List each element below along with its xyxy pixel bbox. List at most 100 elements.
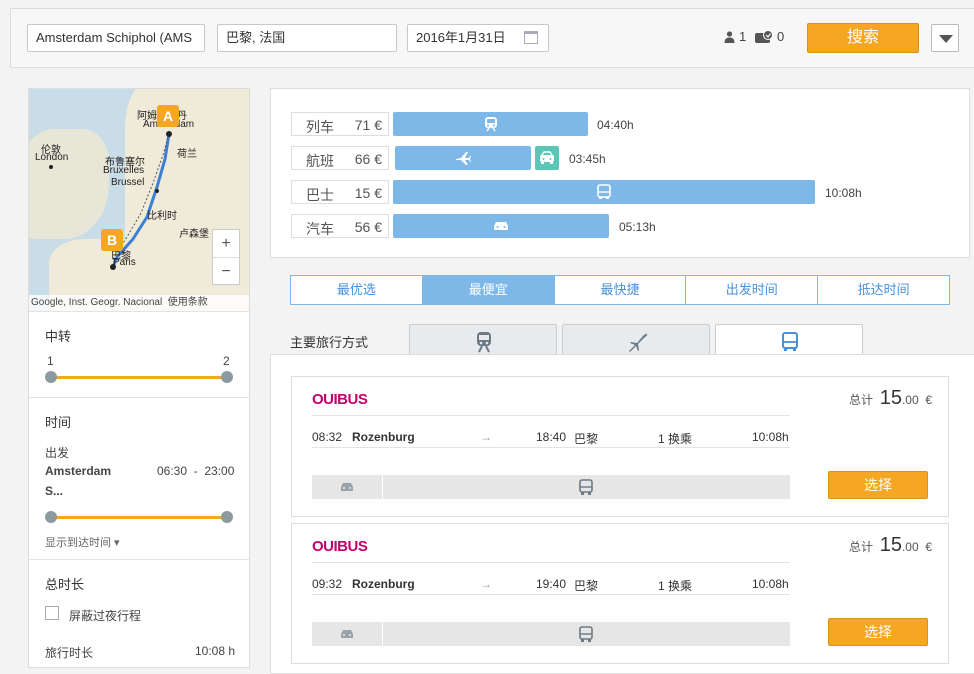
- taxi-icon: [540, 151, 554, 164]
- time-slider[interactable]: [45, 511, 233, 523]
- price-integer: 15: [879, 387, 902, 409]
- zoom-in-button[interactable]: +: [213, 230, 239, 258]
- divider: [312, 447, 790, 448]
- select-button[interactable]: 选择: [828, 618, 928, 646]
- map-terms-link[interactable]: 使用条款: [168, 297, 208, 308]
- slider-handle[interactable]: [45, 371, 57, 383]
- total-price: 总计 15.00 €: [849, 534, 932, 557]
- depart-time-range: 06:30 - 23:00: [157, 464, 235, 478]
- travel-time-label: 旅行时长: [45, 646, 94, 660]
- map-zoom-control: + −: [212, 229, 240, 285]
- car-icon: [341, 630, 353, 638]
- transfers-slider[interactable]: [45, 371, 233, 383]
- passenger-count[interactable]: 1: [724, 29, 746, 44]
- car-transfer-badge: [535, 146, 559, 170]
- sort-best[interactable]: 最优选: [291, 276, 423, 304]
- sort-departure[interactable]: 出发时间: [686, 276, 819, 304]
- result-card[interactable]: OUIBUS 总计 15.00 € 08:32 Rozenburg → 18:4…: [291, 376, 949, 517]
- mode-name: 航班: [306, 153, 334, 169]
- price-currency: €: [925, 540, 932, 554]
- date-value: 2016年1月31日: [416, 30, 506, 45]
- mode-label: 巴士 15 €: [291, 180, 389, 204]
- origin-input[interactable]: Amsterdam Schiphol (AMS: [27, 24, 205, 52]
- sort-tabs: 最优选 最便宜 最快捷 出发时间 抵达时间: [290, 275, 950, 305]
- transfers-title: 中转: [45, 329, 72, 344]
- duration-title: 总时长: [45, 577, 85, 592]
- calendar-icon: [524, 31, 538, 44]
- sort-fastest[interactable]: 最快捷: [555, 276, 687, 304]
- segment-separator: [382, 475, 383, 499]
- route-map[interactable]: 阿姆斯特丹 Amsterdam 伦敦 London 荷兰 布鲁塞尔 Bruxel…: [29, 89, 249, 311]
- hide-overnight-checkbox[interactable]: [45, 606, 59, 620]
- chevron-down-icon[interactable]: [931, 24, 959, 52]
- transfers-max: 2: [223, 354, 230, 368]
- segment-bar: [312, 622, 790, 646]
- hide-overnight-label: 屏蔽过夜行程: [69, 609, 142, 623]
- transfers-min: 1: [47, 354, 54, 368]
- arrival-station: 巴黎: [574, 432, 599, 446]
- tab-bus[interactable]: [715, 324, 863, 356]
- mode-name: 汽车: [306, 221, 334, 237]
- total-label: 总计: [849, 393, 874, 407]
- arrival-station: 巴黎: [574, 579, 599, 593]
- slider-handle[interactable]: [221, 511, 233, 523]
- departure-time: 09:32: [312, 577, 343, 591]
- zoom-out-button[interactable]: −: [213, 258, 239, 285]
- sort-cheapest[interactable]: 最便宜: [422, 276, 555, 304]
- search-button[interactable]: 搜索: [807, 23, 919, 53]
- segment-separator: [382, 622, 383, 646]
- tab-train[interactable]: [409, 324, 557, 355]
- price-decimal: .00: [901, 393, 919, 407]
- mode-duration: 04:40h: [597, 118, 634, 132]
- divider: [312, 562, 790, 563]
- map-marker-a[interactable]: A: [157, 105, 179, 127]
- segment-bar: [312, 475, 790, 499]
- price-integer: 15: [879, 534, 902, 556]
- map-label: Paris: [113, 257, 136, 268]
- mode-price: 15 €: [354, 185, 382, 201]
- mode-price: 56 €: [354, 219, 382, 235]
- map-marker-b[interactable]: B: [101, 229, 123, 251]
- transfer-count: 1 换乘: [658, 432, 693, 446]
- map-label: 卢森堡: [179, 229, 209, 240]
- select-button[interactable]: 选择: [828, 471, 928, 499]
- sort-arrival[interactable]: 抵达时间: [818, 276, 949, 304]
- depart-label: 出发: [45, 446, 70, 460]
- mode-name: 巴士: [306, 187, 334, 203]
- search-bar: Amsterdam Schiphol (AMS 巴黎, 法国 2016年1月31…: [10, 8, 974, 68]
- person-icon: [724, 30, 735, 43]
- train-icon: [484, 117, 497, 132]
- mode-duration: 10:08h: [825, 186, 862, 200]
- bus-icon: [579, 479, 593, 495]
- departure-station: Rozenburg: [352, 430, 415, 444]
- mode-comparison: 列车 71 € 04:40h 航班 66 € 03:45h 巴士 15 € 10:08…: [270, 88, 970, 258]
- car-icon: [494, 222, 508, 230]
- map-label: 荷兰: [177, 149, 197, 160]
- result-card[interactable]: OUIBUS 总计 15.00 € 09:32 Rozenburg → 19:4…: [291, 523, 949, 664]
- show-arrival-toggle[interactable]: 显示到达时间 ▾: [45, 534, 120, 550]
- trip-duration: 10:08h: [752, 577, 789, 591]
- time-filter: 时间 出发 Amsterdam S... 06:30 - 23:00 显示到达时…: [29, 397, 249, 560]
- mode-duration: 03:45h: [569, 152, 606, 166]
- transfers-filter: 中转 1 2: [29, 311, 249, 398]
- mode-label: 航班 66 €: [291, 146, 389, 170]
- tab-flight[interactable]: [562, 324, 710, 355]
- slider-handle[interactable]: [45, 511, 57, 523]
- destination-input[interactable]: 巴黎, 法国: [217, 24, 397, 52]
- discount-cards[interactable]: 0: [755, 29, 784, 44]
- date-input[interactable]: 2016年1月31日: [407, 24, 549, 52]
- time-title: 时间: [45, 415, 72, 430]
- map-label: 比利时: [147, 211, 177, 222]
- plane-icon: [629, 333, 648, 352]
- mode-label: 列车 71 €: [291, 112, 389, 136]
- operator-logo: OUIBUS: [312, 391, 368, 408]
- total-label: 总计: [849, 540, 874, 554]
- plane-icon: [456, 152, 471, 165]
- passenger-value: 1: [739, 29, 747, 44]
- slider-handle[interactable]: [221, 371, 233, 383]
- divider: [312, 415, 790, 416]
- arrow-right-icon: →: [480, 430, 492, 444]
- map-attribution: Google, Inst. Geogr. Nacional 使用条款: [29, 295, 249, 311]
- travel-time-value: 10:08 h: [195, 644, 236, 658]
- arrow-right-icon: →: [480, 577, 492, 591]
